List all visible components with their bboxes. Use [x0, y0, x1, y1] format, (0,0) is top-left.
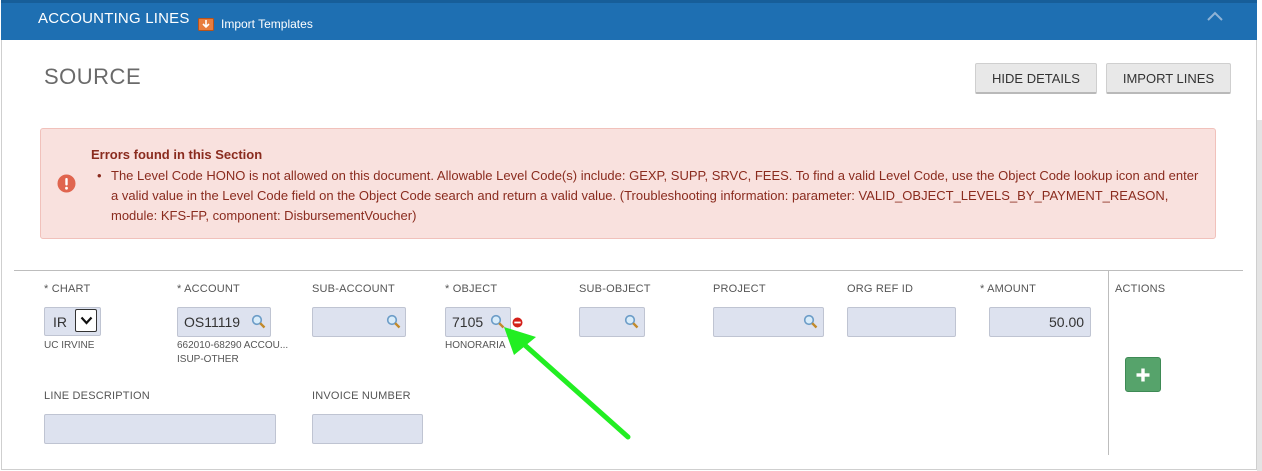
chevron-down-icon: [80, 316, 92, 325]
accounting-lines-page: ACCOUNTING LINES Import Templates SOURCE…: [0, 0, 1262, 471]
import-templates-icon[interactable]: [198, 16, 214, 31]
account-lookup-icon[interactable]: [251, 314, 266, 329]
account-value: OS11119: [184, 314, 241, 330]
error-exclamation-icon: [57, 174, 76, 193]
line-description-field[interactable]: [44, 414, 276, 444]
actions-label: ACTIONS: [1115, 283, 1166, 295]
chart-dropdown-button[interactable]: [75, 309, 97, 332]
hide-details-button[interactable]: HIDE DETAILS: [975, 63, 1097, 94]
line-grid-divider: [14, 270, 1243, 271]
error-bullet: •: [97, 168, 102, 183]
object-description: HONORARIA: [445, 340, 506, 351]
sub-account-label: SUB-ACCOUNT: [312, 283, 395, 295]
chart-value: IR: [53, 314, 67, 330]
chart-label: * CHART: [44, 283, 91, 295]
import-lines-button[interactable]: IMPORT LINES: [1106, 63, 1231, 94]
object-label: * OBJECT: [445, 283, 498, 295]
invoice-number-label: INVOICE NUMBER: [312, 390, 411, 402]
header-title: ACCOUNTING LINES: [38, 10, 190, 27]
annotation-arrow-icon: [504, 327, 631, 440]
add-line-button[interactable]: [1125, 357, 1161, 392]
sub-account-lookup-icon[interactable]: [386, 314, 401, 329]
section-title: SOURCE: [44, 64, 142, 89]
account-description-line1: 662010-68290 ACCOU...: [177, 340, 289, 351]
actions-column-divider: [1108, 271, 1109, 455]
error-message: The Level Code HONO is not allowed on th…: [111, 168, 1199, 223]
scrollbar[interactable]: [1257, 120, 1262, 471]
account-description-line2: ISUP-OTHER: [177, 354, 239, 365]
project-lookup-icon[interactable]: [803, 314, 818, 329]
error-heading: Errors found in this Section: [91, 147, 263, 162]
invoice-number-field[interactable]: [312, 414, 423, 444]
project-label: PROJECT: [713, 283, 766, 295]
chevron-up-icon[interactable]: [1206, 10, 1224, 22]
amount-value: 50.00: [1049, 314, 1085, 330]
account-label: * ACCOUNT: [177, 283, 240, 295]
object-value: 7105: [452, 314, 484, 330]
plus-icon: [1136, 368, 1150, 381]
org-ref-id-field[interactable]: [847, 307, 956, 337]
amount-label: * AMOUNT: [980, 283, 1036, 295]
chart-description: UC IRVINE: [44, 340, 95, 351]
import-templates-link[interactable]: Import Templates: [221, 17, 313, 31]
sub-object-label: SUB-OBJECT: [579, 283, 651, 295]
org-ref-id-label: ORG REF ID: [847, 283, 914, 295]
line-description-label: LINE DESCRIPTION: [44, 390, 150, 402]
